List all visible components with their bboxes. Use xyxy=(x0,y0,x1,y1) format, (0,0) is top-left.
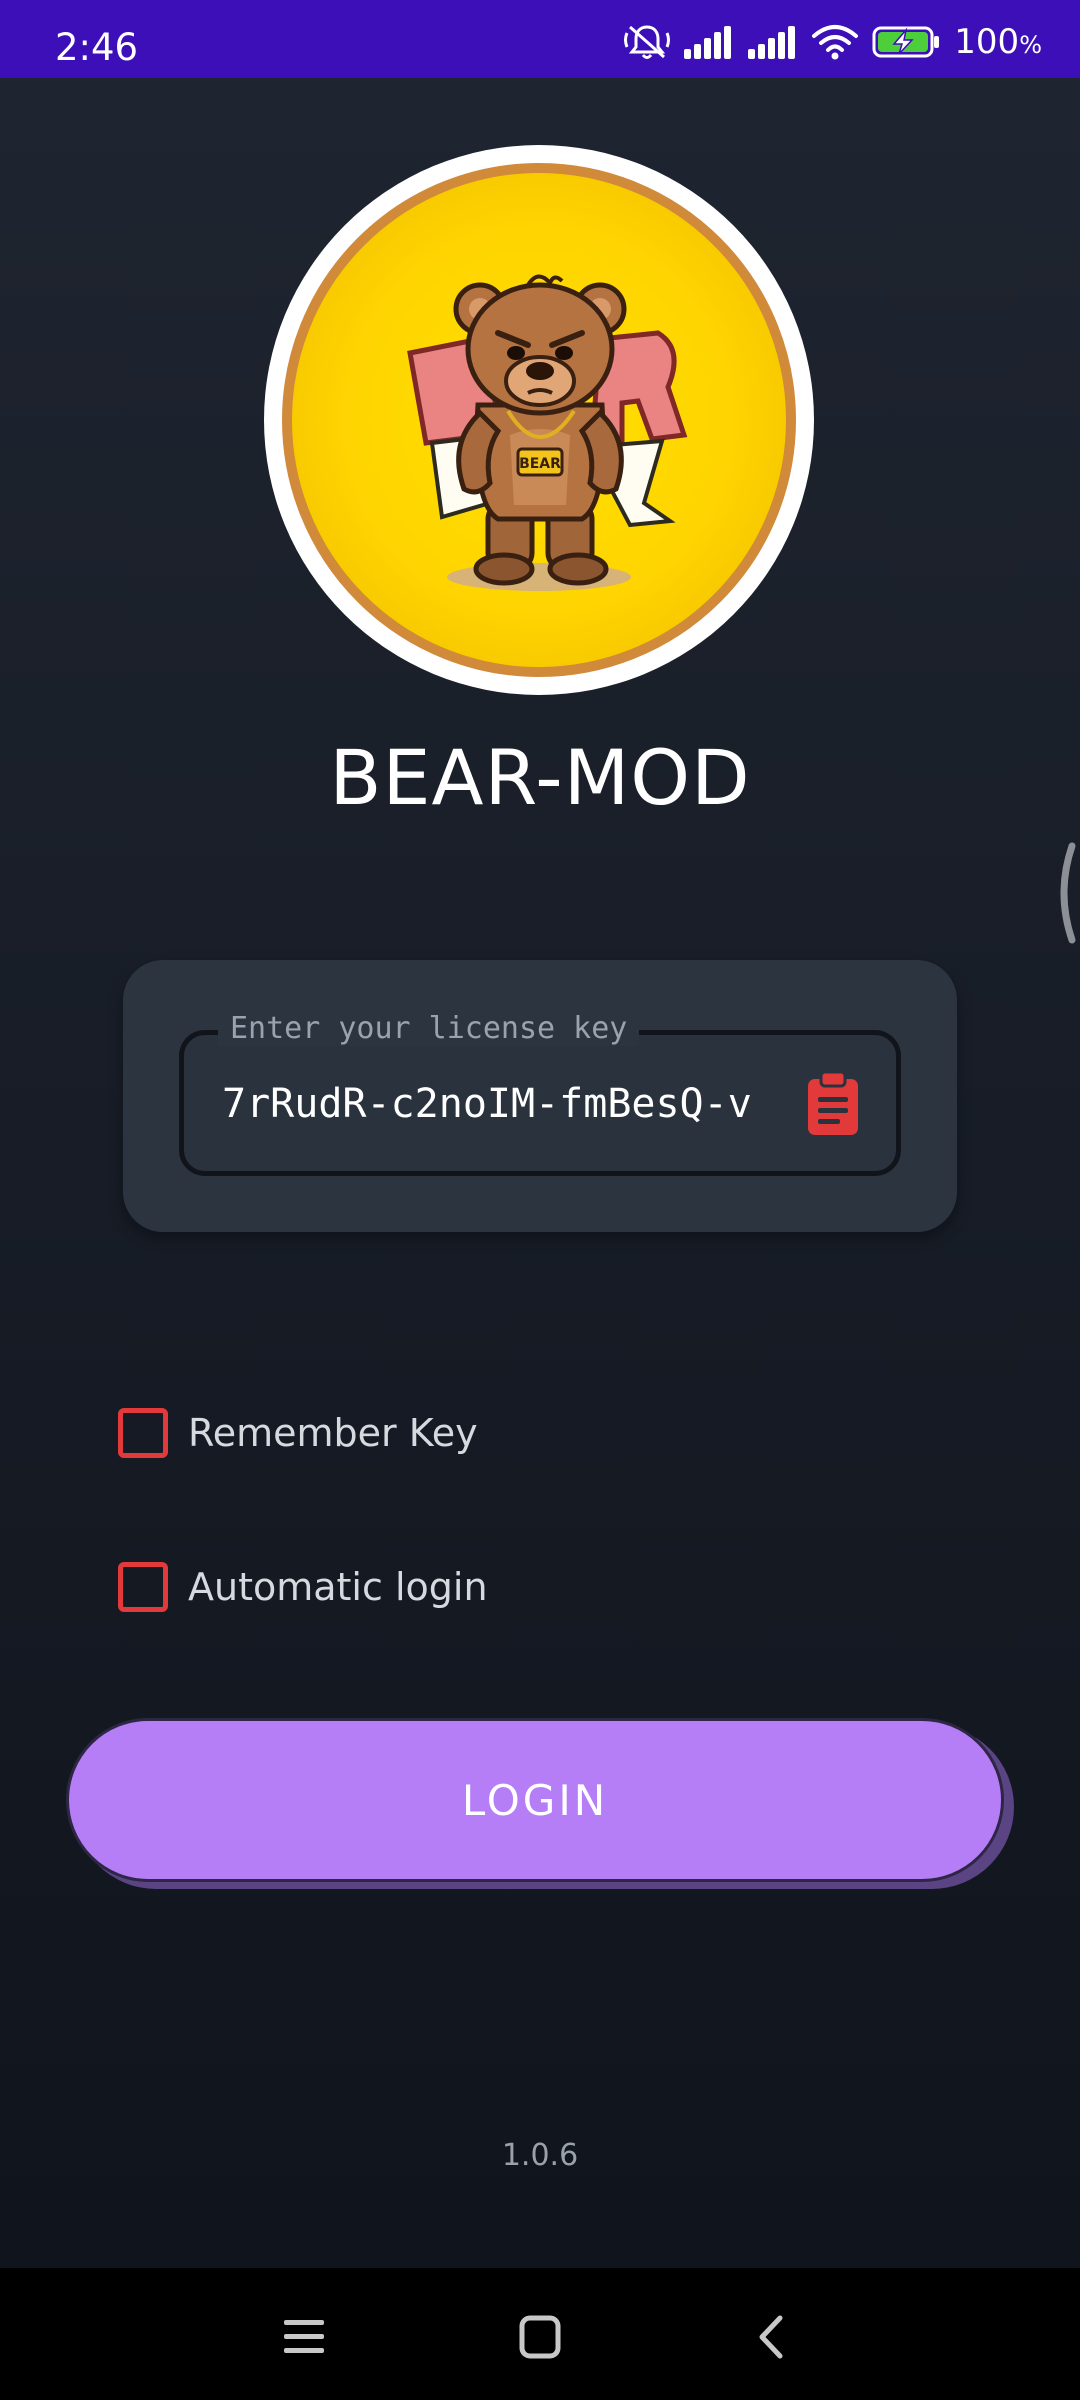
status-bar: 2:46 100% xyxy=(0,0,1080,78)
battery-charging-icon xyxy=(872,26,940,58)
wifi-icon xyxy=(812,25,859,60)
app-title: BEAR-MOD xyxy=(329,733,751,822)
signal-icon xyxy=(748,26,796,59)
license-card: Enter your license key 7rRudR-c2noIM-fmB… xyxy=(123,960,957,1232)
status-icons: 100% xyxy=(624,22,1042,62)
back-icon[interactable] xyxy=(744,2312,804,2362)
clipboard-icon[interactable] xyxy=(804,1071,862,1137)
automatic-login-row[interactable]: Automatic login xyxy=(118,1560,488,1614)
menu-icon[interactable] xyxy=(276,2312,336,2362)
login-button[interactable]: LOGIN xyxy=(66,1718,1004,1882)
battery-unit: % xyxy=(1019,31,1042,59)
remember-key-checkbox[interactable] xyxy=(118,1408,168,1458)
bear-logo: BEAR xyxy=(264,145,814,695)
navigation-bar xyxy=(0,2268,1080,2400)
license-key-input[interactable]: 7rRudR-c2noIM-fmBesQ-v xyxy=(222,1081,782,1127)
svg-text:BEAR: BEAR xyxy=(519,456,561,472)
home-icon[interactable] xyxy=(510,2312,570,2362)
bear-mascot-icon: BEAR xyxy=(407,274,688,591)
edge-panel-handle-icon[interactable] xyxy=(1050,838,1080,948)
automatic-login-label[interactable]: Automatic login xyxy=(188,1565,488,1609)
mute-icon xyxy=(624,25,671,59)
license-key-field[interactable]: Enter your license key 7rRudR-c2noIM-fmB… xyxy=(179,1011,901,1176)
status-time: 2:46 xyxy=(55,26,139,69)
signal-icon xyxy=(684,26,732,59)
battery-percent: 100% xyxy=(954,22,1042,62)
logo-badge: BEAR xyxy=(282,163,796,677)
automatic-login-checkbox[interactable] xyxy=(118,1562,168,1612)
license-key-label: Enter your license key xyxy=(218,1011,640,1046)
battery-value: 100 xyxy=(954,22,1020,62)
remember-key-row[interactable]: Remember Key xyxy=(118,1406,478,1460)
login-screen: BEAR BEAR-MOD Enter your license key 7rR… xyxy=(0,78,1080,2268)
app-version: 1.0.6 xyxy=(501,2138,579,2173)
remember-key-label[interactable]: Remember Key xyxy=(188,1411,478,1455)
